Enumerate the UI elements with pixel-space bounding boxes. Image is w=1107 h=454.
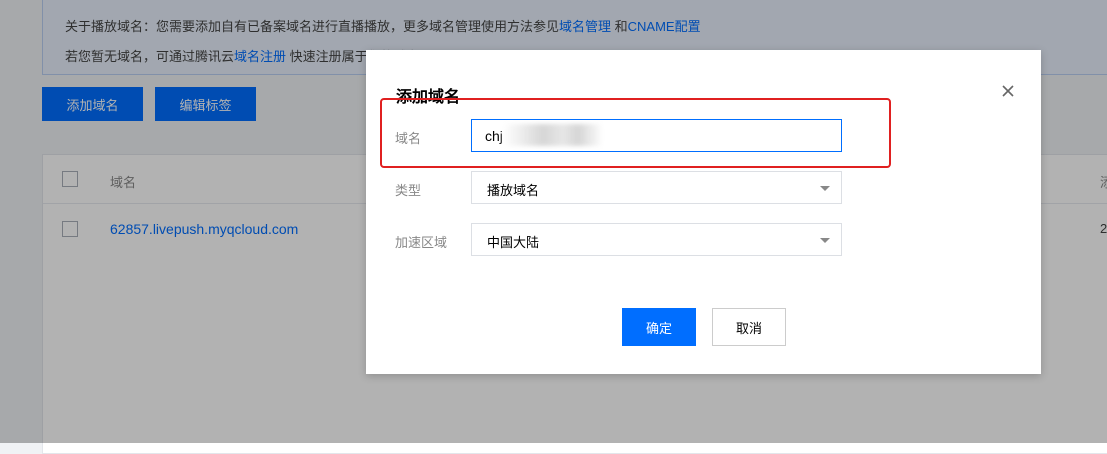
add-domain-dialog: 添加域名 域名 类型 播放域名 加速区域 中国大陆 确定 取消 — [366, 50, 1041, 374]
type-select-value: 播放域名 — [487, 183, 540, 198]
region-select[interactable]: 中国大陆 — [471, 223, 842, 256]
type-select[interactable]: 播放域名 — [471, 171, 842, 204]
confirm-button[interactable]: 确定 — [622, 308, 696, 346]
chevron-down-icon — [820, 238, 830, 243]
annotation-highlight-box — [380, 98, 891, 168]
region-select-value: 中国大陆 — [487, 235, 540, 250]
cancel-button[interactable]: 取消 — [712, 308, 786, 346]
domain-management-page: 关于播放域名：您需要添加自有已备案域名进行直播播放，更多域名管理使用方法参见域名… — [0, 0, 1107, 454]
region-label: 加速区域 — [395, 235, 448, 250]
chevron-down-icon — [820, 186, 830, 191]
close-icon[interactable] — [999, 82, 1017, 100]
type-label: 类型 — [395, 183, 422, 198]
